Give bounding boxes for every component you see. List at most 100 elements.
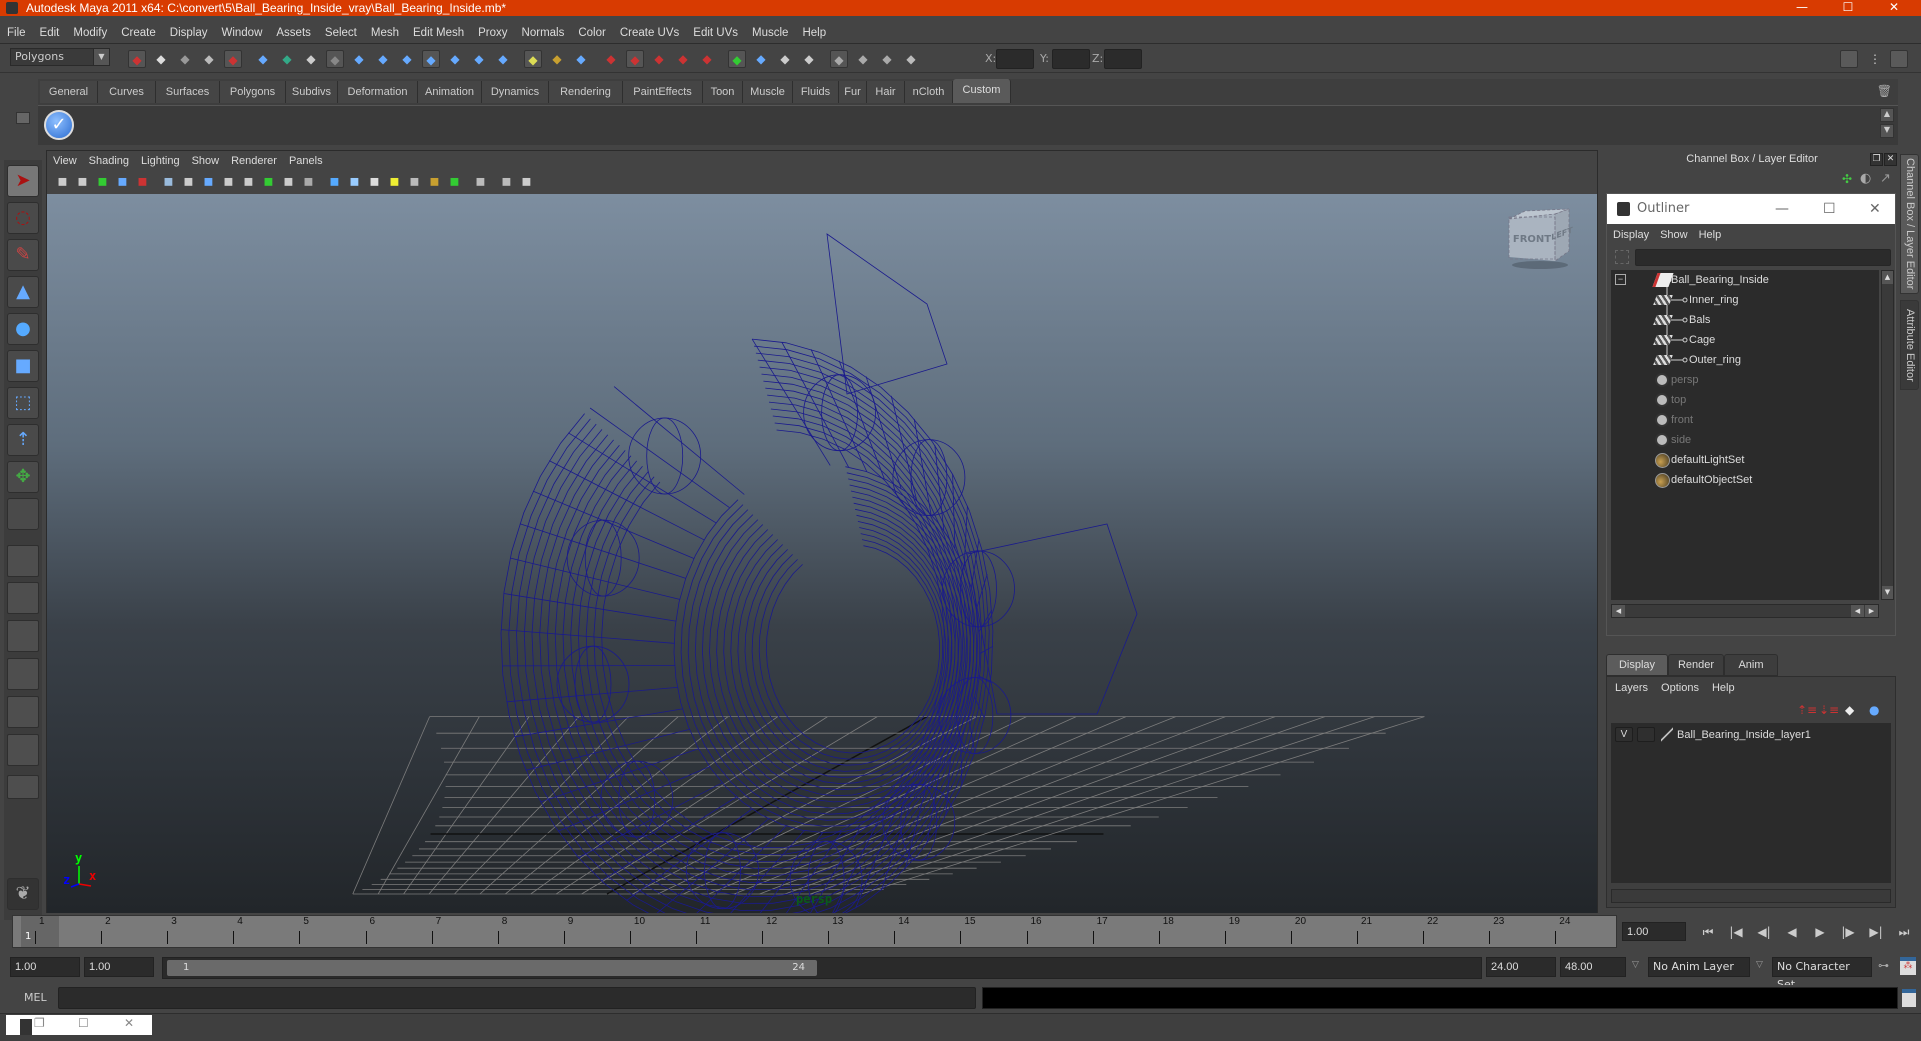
layout-more-icon[interactable] bbox=[7, 775, 39, 799]
menu-proxy[interactable]: Proxy bbox=[471, 22, 514, 44]
camera-attributes-icon[interactable]: ◼ bbox=[75, 174, 90, 189]
shelf-scroll-down-icon[interactable]: ▼ bbox=[1880, 124, 1894, 138]
persp-graph-hypergraph-layout-icon[interactable] bbox=[7, 734, 39, 766]
four-view-layout-icon[interactable] bbox=[7, 582, 39, 614]
hypershade-icon[interactable]: ◆ bbox=[800, 50, 818, 68]
select-component-icon[interactable]: ◆ bbox=[254, 50, 272, 68]
go-to-end-button[interactable]: ⏭ bbox=[1894, 923, 1914, 941]
viewport-menu-show[interactable]: Show bbox=[186, 151, 226, 171]
scroll-down-icon[interactable]: ▼ bbox=[1882, 586, 1893, 599]
new-empty-layer-icon[interactable]: ◆ bbox=[1845, 703, 1854, 717]
render-settings-icon[interactable]: ◆ bbox=[776, 50, 794, 68]
persp-graph-layout-icon[interactable] bbox=[7, 658, 39, 690]
safe-action-icon[interactable]: ◼ bbox=[261, 174, 276, 189]
maximize-button[interactable]: ☐ bbox=[1825, 0, 1871, 16]
bookmarks-icon[interactable]: ◼ bbox=[95, 174, 110, 189]
mask-handles-icon[interactable]: ◆ bbox=[302, 50, 320, 68]
universal-manipulator[interactable]: ⬚ bbox=[7, 387, 39, 419]
outliner-item-front[interactable]: front bbox=[1611, 410, 1879, 430]
layer-color-swatch[interactable] bbox=[1661, 727, 1673, 742]
layer-visibility-toggle[interactable]: V bbox=[1615, 727, 1633, 742]
arrow-icon[interactable]: ↗ bbox=[1880, 171, 1891, 186]
persp-outliner-layout-icon[interactable] bbox=[7, 620, 39, 652]
lock-icon[interactable]: ◆ bbox=[278, 50, 296, 68]
animation-preferences-icon[interactable]: ⁂ bbox=[1900, 957, 1916, 975]
shelf-tab-subdivs[interactable]: Subdivs bbox=[286, 81, 338, 103]
mask-rendering-icon[interactable]: ◆ bbox=[446, 50, 464, 68]
filter-icon[interactable] bbox=[1615, 250, 1629, 264]
new-layer-selected-icon[interactable]: ● bbox=[1869, 703, 1879, 717]
snap-curve-icon[interactable]: ◆ bbox=[602, 50, 620, 68]
z-input[interactable] bbox=[1104, 49, 1142, 69]
x-input[interactable] bbox=[996, 49, 1034, 69]
render-current-icon[interactable]: ◆ bbox=[728, 50, 746, 68]
viewport-menu-lighting[interactable]: Lighting bbox=[135, 151, 186, 171]
shadows-icon[interactable]: ◼ bbox=[407, 174, 422, 189]
layer-menu-help[interactable]: Help bbox=[1704, 677, 1740, 699]
snap-live-icon[interactable]: ◆ bbox=[674, 50, 692, 68]
flat-shade-icon[interactable]: ◼ bbox=[347, 174, 362, 189]
outliner-menu-help[interactable]: Help bbox=[1693, 224, 1727, 246]
shelf-tab-general[interactable]: General bbox=[40, 81, 98, 103]
snap-grid-icon[interactable]: ◆ bbox=[572, 50, 590, 68]
mask-joints-icon[interactable]: ◆ bbox=[326, 50, 344, 68]
mask-dynamics-icon[interactable]: ◆ bbox=[422, 50, 440, 68]
view-cube[interactable]: FRONT LEFT bbox=[1505, 207, 1575, 269]
mel-label[interactable]: MEL bbox=[24, 991, 47, 1004]
highlight-selection-icon[interactable]: ◆ bbox=[548, 50, 566, 68]
menu-assets[interactable]: Assets bbox=[269, 22, 318, 44]
snap-view-plane-icon[interactable]: ◆ bbox=[650, 50, 668, 68]
menu-create[interactable]: Create bbox=[114, 22, 163, 44]
history-icon[interactable]: ◆ bbox=[698, 50, 716, 68]
outliner-item-ball-bearing-inside[interactable]: − Ball_Bearing_Inside bbox=[1611, 270, 1879, 290]
select-tool[interactable]: ➤ bbox=[7, 165, 39, 197]
menu-window[interactable]: Window bbox=[214, 22, 269, 44]
layer-menu-layers[interactable]: Layers bbox=[1607, 677, 1653, 699]
outliner-vertical-scrollbar[interactable]: ▲ ▼ bbox=[1881, 270, 1894, 600]
attribute-editor-toggle-icon[interactable] bbox=[1840, 50, 1858, 68]
menu-edit[interactable]: Edit bbox=[33, 22, 67, 44]
layer-tab-render[interactable]: Render bbox=[1668, 654, 1724, 676]
soft-modification-tool[interactable]: ⇡ bbox=[7, 424, 39, 456]
outliner-menu-display[interactable]: Display bbox=[1607, 224, 1654, 246]
shelf-tab-deformation[interactable]: Deformation bbox=[338, 81, 418, 103]
mask-curves-icon[interactable]: ◆ bbox=[350, 50, 368, 68]
snap-point-icon[interactable]: ◆ bbox=[626, 50, 644, 68]
use-all-lights-icon[interactable]: ◼ bbox=[387, 174, 402, 189]
shelf-tab-hair[interactable]: Hair bbox=[867, 81, 905, 103]
move-layer-up-icon[interactable]: ⇡≡ bbox=[1797, 703, 1817, 717]
resolution-gate-icon[interactable]: ◼ bbox=[201, 174, 216, 189]
minimized-window[interactable]: ❐ ☐ ✕ bbox=[6, 1015, 152, 1035]
tab-channel-box-layer-editor[interactable]: Channel Box / Layer Editor bbox=[1900, 154, 1919, 294]
paint-select-tool[interactable]: ✎ bbox=[7, 239, 39, 271]
film-gate-icon[interactable]: ◼ bbox=[181, 174, 196, 189]
viewport-menu-shading[interactable]: Shading bbox=[83, 151, 135, 171]
grid-icon[interactable]: ◼ bbox=[161, 174, 176, 189]
open-scene-icon[interactable]: ◆ bbox=[152, 50, 170, 68]
checkmark-icon[interactable]: ✓ bbox=[44, 110, 74, 140]
range-slider-handle[interactable]: 1 24 bbox=[167, 960, 817, 976]
menu-select[interactable]: Select bbox=[318, 22, 364, 44]
single-perspective-layout-icon[interactable] bbox=[7, 545, 39, 577]
shelf-grip[interactable] bbox=[12, 80, 36, 142]
shelf-tab-painteffects[interactable]: PaintEffects bbox=[623, 81, 703, 103]
scroll-up-icon[interactable]: ▲ bbox=[1882, 271, 1893, 284]
channel-box-toggle-icon[interactable] bbox=[1890, 50, 1908, 68]
menu-edit-mesh[interactable]: Edit Mesh bbox=[406, 22, 471, 44]
go-to-start-button[interactable]: ⏮ bbox=[1698, 923, 1718, 941]
layer-horizontal-scrollbar[interactable] bbox=[1611, 889, 1891, 903]
wireframe-icon[interactable]: ◼ bbox=[301, 174, 316, 189]
gate-mask-icon[interactable]: ◼ bbox=[221, 174, 236, 189]
layer-row[interactable]: V Ball_Bearing_Inside_layer1 bbox=[1611, 725, 1891, 745]
manipulator-icon[interactable]: ✣ bbox=[1842, 172, 1852, 186]
shelf-menu-icon[interactable] bbox=[16, 112, 30, 124]
move-layer-down-icon[interactable]: ⇣≡ bbox=[1819, 703, 1839, 717]
mask-surfaces-icon[interactable]: ◆ bbox=[374, 50, 392, 68]
shelf-tab-dynamics[interactable]: Dynamics bbox=[482, 81, 549, 103]
outliner-item-inner-ring[interactable]: Inner_ring bbox=[1611, 290, 1879, 310]
menu-create-uvs[interactable]: Create UVs bbox=[613, 22, 686, 44]
new-scene-icon[interactable]: ◆ bbox=[128, 50, 146, 68]
shelf-tab-toon[interactable]: Toon bbox=[703, 81, 743, 103]
collapse-icon[interactable]: − bbox=[1615, 274, 1626, 285]
mask-deformations-icon[interactable]: ◆ bbox=[398, 50, 416, 68]
